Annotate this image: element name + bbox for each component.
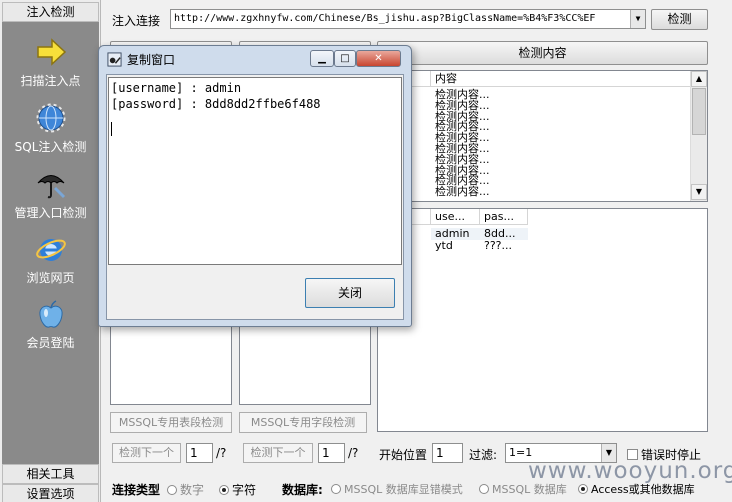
sidebar-item-scan-injection[interactable]: 扫描注入点 — [2, 32, 99, 96]
dialog-line-password: [password] : 8dd8dd2ffbe6f488 — [111, 97, 321, 111]
chevron-down-icon[interactable]: ▼ — [630, 10, 645, 28]
dialog-line-username: [username] : admin — [111, 81, 242, 95]
field-page-input[interactable]: 1 — [318, 443, 345, 463]
text-cursor — [111, 122, 112, 136]
scroll-down-icon[interactable]: ▼ — [691, 184, 707, 200]
detect-button[interactable]: 检测 — [651, 9, 708, 30]
start-position-input[interactable]: 1 — [432, 443, 463, 463]
dialog-client: [username] : admin [password] : 8dd8dd2f… — [106, 74, 404, 320]
connection-type-label: 连接类型 — [112, 483, 161, 497]
sidebar-item-label: 会员登陆 — [26, 336, 75, 350]
radio-access[interactable] — [578, 484, 588, 494]
apple-icon — [39, 300, 63, 328]
dialog-text-area[interactable]: [username] : admin [password] : 8dd8dd2f… — [108, 77, 402, 265]
dialog-close-button[interactable]: 关闭 — [305, 278, 395, 308]
sidebar-item-label: 浏览网页 — [26, 271, 75, 285]
url-value: http://www.zgxhnyfw.com/Chinese/Bs_jishu… — [174, 13, 596, 24]
filter-label: 过滤: — [469, 448, 498, 462]
sidebar-item-label: 管理入口检测 — [14, 206, 87, 220]
mssql-fields-button[interactable]: MSSQL专用字段检测 — [239, 412, 367, 433]
scroll-up-icon[interactable]: ▲ — [691, 71, 707, 87]
sidebar-header[interactable]: 注入检测 — [2, 2, 99, 22]
table-row[interactable]: ytd ???... — [431, 240, 528, 252]
sidebar-nav-panel: 扫描注入点 SQL注入检测 管理入口检测 浏览网页 会员登陆 — [2, 22, 99, 464]
sidebar-settings[interactable]: 设置选项 — [2, 484, 99, 502]
start-position-label: 开始位置 — [379, 448, 428, 462]
table-cell: ytd — [435, 239, 453, 252]
next-field-button[interactable]: 检测下一个 — [243, 443, 313, 463]
sidebar-item-label: SQL注入检测 — [14, 140, 87, 154]
data-col-username[interactable]: use... — [431, 209, 480, 225]
data-table[interactable]: use... pas... admin 8dd... ytd ???... — [377, 208, 708, 432]
list-item[interactable]: 检测内容... — [435, 186, 490, 198]
umbrella-icon — [37, 175, 66, 199]
db-mssql-error[interactable]: MSSQL 数据库显错模式 — [331, 481, 463, 497]
yellow-arrow-icon — [37, 38, 67, 66]
sidebar-item-sql-injection[interactable]: SQL注入检测 — [2, 98, 99, 162]
sidebar-item-browse-web[interactable]: 浏览网页 — [2, 229, 99, 293]
copy-dialog: 复制窗口 ▁ □ ✕ [username] : admin [password]… — [98, 45, 412, 327]
url-label: 注入连接 — [112, 14, 161, 28]
minimize-icon[interactable]: ▁ — [310, 50, 334, 67]
table-page-total: /? — [216, 446, 227, 460]
url-input[interactable]: http://www.zgxhnyfw.com/Chinese/Bs_jishu… — [170, 9, 646, 29]
db-mssql-label: MSSQL 数据库 — [492, 483, 567, 496]
content-list[interactable]: 内容 检测内容... 检测内容... 检测内容... 检测内容... 检测内容... 检测… — [377, 70, 708, 202]
radio-mssql-error[interactable] — [331, 484, 341, 494]
detect-content-button[interactable]: 检测内容 — [377, 41, 708, 65]
conn-type-char[interactable]: 字符 — [219, 481, 256, 498]
watermark: www.wooyun.org — [528, 458, 732, 484]
db-mssql-error-label: MSSQL 数据库显错模式 — [344, 483, 463, 496]
table-cell: ???... — [484, 239, 513, 252]
internet-explorer-icon — [36, 239, 66, 261]
app-window-icon — [107, 52, 122, 67]
data-col-password[interactable]: pas... — [480, 209, 528, 225]
content-col-header[interactable]: 内容 — [431, 71, 691, 87]
table-page-input[interactable]: 1 — [186, 443, 213, 463]
database-label: 数据库: — [282, 483, 323, 497]
db-access-label: Access或其他数据库 — [591, 483, 695, 496]
sidebar-item-label: 扫描注入点 — [20, 74, 81, 88]
conn-type-char-label: 字符 — [232, 483, 257, 497]
scroll-thumb[interactable] — [692, 88, 706, 135]
conn-type-number[interactable]: 数字 — [167, 481, 204, 498]
dialog-title: 复制窗口 — [127, 53, 176, 67]
conn-type-number-label: 数字 — [180, 483, 205, 497]
sidebar-item-member-login[interactable]: 会员登陆 — [2, 294, 99, 358]
radio-number[interactable] — [167, 485, 177, 495]
sidebar: 注入检测 扫描注入点 SQL注入检测 管理入口检测 浏览网页 会员登陆 相关工具… — [0, 0, 101, 502]
radio-mssql[interactable] — [479, 484, 489, 494]
radio-char[interactable] — [219, 485, 229, 495]
mssql-tables-button[interactable]: MSSQL专用表段检测 — [110, 412, 232, 433]
maximize-icon[interactable]: □ — [334, 50, 356, 67]
close-icon[interactable]: ✕ — [356, 50, 401, 67]
content-scrollbar[interactable]: ▲ ▼ — [690, 71, 707, 201]
field-page-total: /? — [348, 446, 359, 460]
sql-injection-globe-icon — [36, 103, 66, 133]
sidebar-item-admin-entry[interactable]: 管理入口检测 — [2, 164, 99, 228]
next-table-button[interactable]: 检测下一个 — [112, 443, 181, 463]
sidebar-related-tools[interactable]: 相关工具 — [2, 464, 99, 484]
